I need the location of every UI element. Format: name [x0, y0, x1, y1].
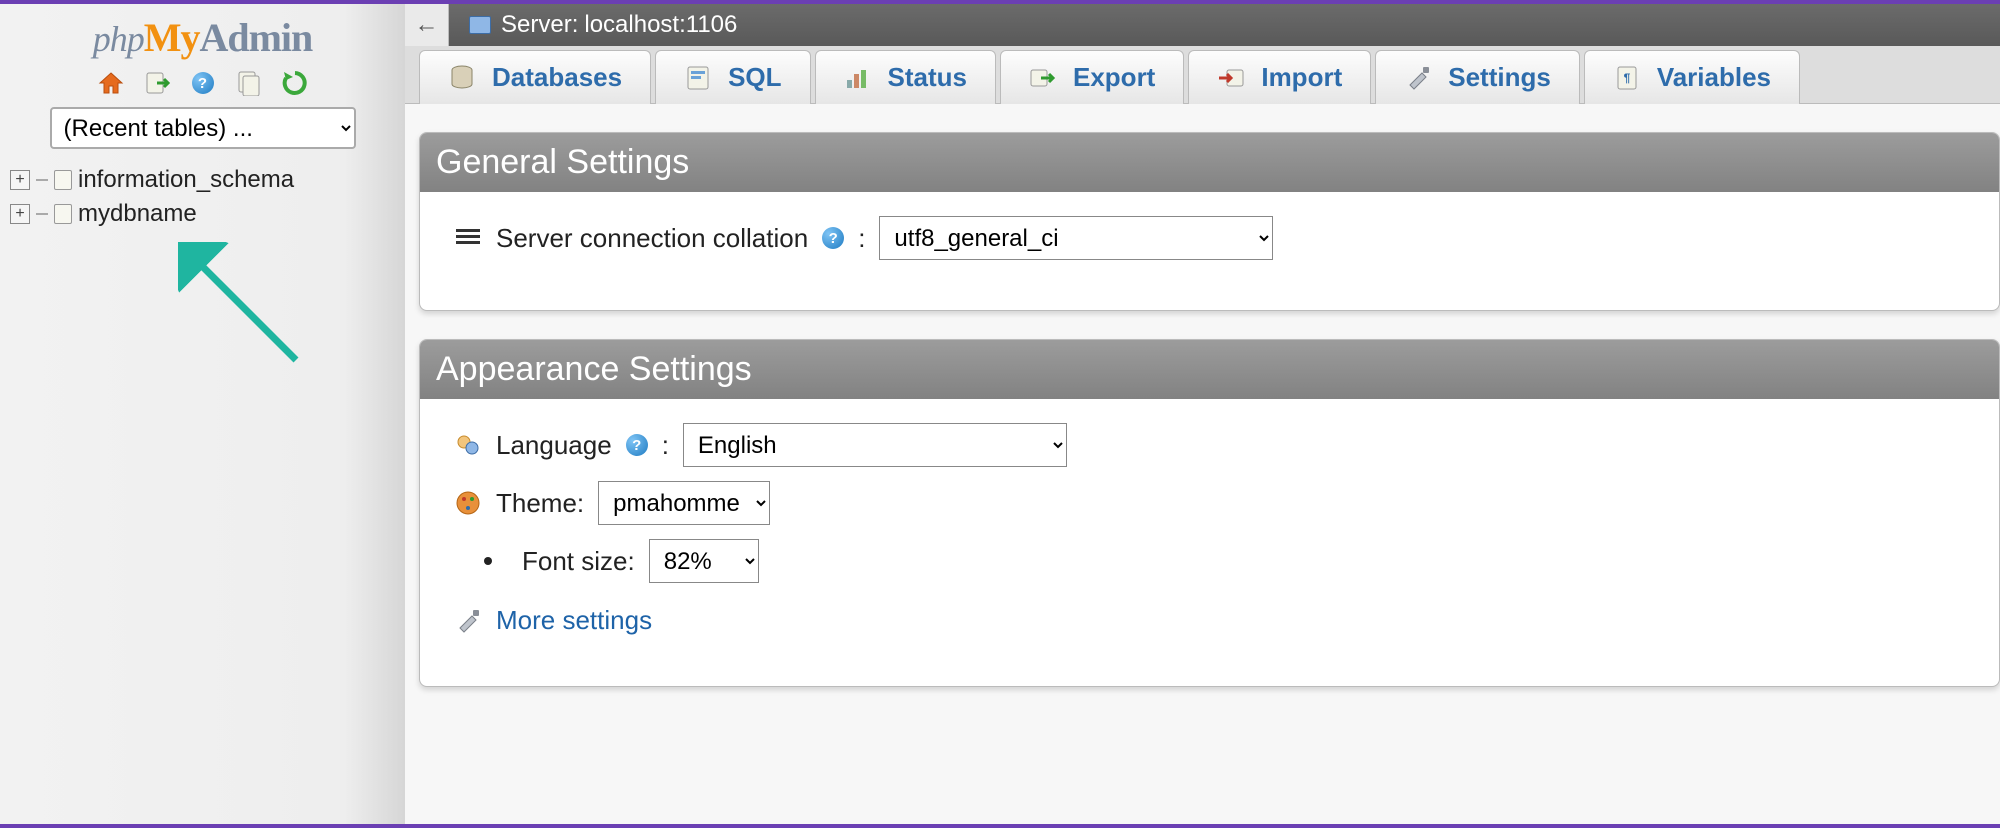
tab-label: Status [888, 62, 967, 93]
help-icon[interactable]: ? [626, 434, 648, 456]
tab-export[interactable]: Export [1000, 50, 1184, 104]
db-name: information_schema [78, 166, 294, 194]
help-icon[interactable]: ? [189, 69, 217, 97]
panel-title: General Settings [420, 133, 1999, 192]
collation-icon [454, 226, 482, 250]
export-icon [1029, 64, 1057, 92]
font-size-row: Font size: 82% [484, 539, 1965, 583]
tab-label: Import [1261, 62, 1342, 93]
tab-label: SQL [728, 62, 781, 93]
tab-variables[interactable]: ¶ Variables [1584, 50, 1800, 104]
expand-icon[interactable]: + [10, 170, 30, 190]
more-settings-row: More settings [454, 605, 1965, 636]
database-icon [54, 204, 72, 224]
tree-line [36, 213, 48, 215]
tab-label: Export [1073, 62, 1155, 93]
server-name: localhost:1106 [584, 11, 737, 39]
db-name: mydbname [78, 200, 197, 228]
colon: : [662, 430, 669, 461]
sidebar: phpMyAdmin ? (Recent tables) ... + infor… [0, 4, 405, 824]
logout-icon[interactable] [143, 69, 171, 97]
query-window-icon[interactable] [235, 69, 263, 97]
theme-row: Theme: pmahomme [454, 481, 1965, 525]
home-icon[interactable] [97, 69, 125, 97]
language-select[interactable]: English [683, 423, 1067, 467]
recent-tables-select[interactable]: (Recent tables) ... [50, 107, 356, 149]
language-row: Language ? : English [454, 423, 1965, 467]
reload-icon[interactable] [281, 69, 309, 97]
server-prefix: Server: [501, 11, 578, 39]
collation-label: Server connection collation [496, 223, 808, 254]
bullet-icon [484, 557, 492, 565]
tree-line [36, 179, 48, 181]
appearance-settings-panel: Appearance Settings Language ? : English… [419, 339, 2000, 687]
theme-select[interactable]: pmahomme [598, 481, 770, 525]
top-tabs: Databases SQL Status Export Import [405, 46, 2000, 104]
databases-icon [448, 64, 476, 92]
db-tree-item[interactable]: + information_schema [10, 163, 405, 197]
language-label: Language [496, 430, 612, 461]
tab-settings[interactable]: Settings [1375, 50, 1580, 104]
tab-label: Databases [492, 62, 622, 93]
wrench-icon [454, 609, 482, 633]
tab-label: Settings [1448, 62, 1551, 93]
language-icon [454, 433, 482, 457]
phpmyadmin-logo: phpMyAdmin [0, 14, 405, 61]
variables-icon: ¶ [1613, 64, 1641, 92]
font-size-label: Font size: [522, 546, 635, 577]
theme-label: Theme: [496, 488, 584, 519]
theme-icon [454, 491, 482, 515]
expand-icon[interactable]: + [10, 204, 30, 224]
sidebar-toolbar: ? [0, 69, 405, 97]
panel-title: Appearance Settings [420, 340, 1999, 399]
general-settings-panel: General Settings Server connection colla… [419, 132, 2000, 311]
colon: : [858, 223, 865, 254]
collation-row: Server connection collation ? : utf8_gen… [454, 216, 1965, 260]
server-icon [469, 16, 491, 34]
font-size-select[interactable]: 82% [649, 539, 759, 583]
more-settings-link[interactable]: More settings [496, 605, 652, 636]
annotation-arrow [178, 242, 318, 382]
help-icon[interactable]: ? [822, 227, 844, 249]
sql-icon [684, 64, 712, 92]
tab-status[interactable]: Status [815, 50, 996, 104]
back-button[interactable]: ← [405, 4, 449, 46]
collation-select[interactable]: utf8_general_ci [879, 216, 1273, 260]
svg-text:¶: ¶ [1623, 71, 1630, 85]
main-area: ← Server: localhost:1106 Databases SQL S… [405, 4, 2000, 824]
settings-icon [1404, 64, 1432, 92]
tab-label: Variables [1657, 62, 1771, 93]
breadcrumb-bar: ← Server: localhost:1106 [405, 4, 2000, 46]
tab-databases[interactable]: Databases [419, 50, 651, 104]
status-icon [844, 64, 872, 92]
database-icon [54, 170, 72, 190]
db-tree-item[interactable]: + mydbname [10, 197, 405, 231]
tab-sql[interactable]: SQL [655, 50, 810, 104]
tab-import[interactable]: Import [1188, 50, 1371, 104]
database-tree: + information_schema + mydbname [0, 163, 405, 231]
import-icon [1217, 64, 1245, 92]
